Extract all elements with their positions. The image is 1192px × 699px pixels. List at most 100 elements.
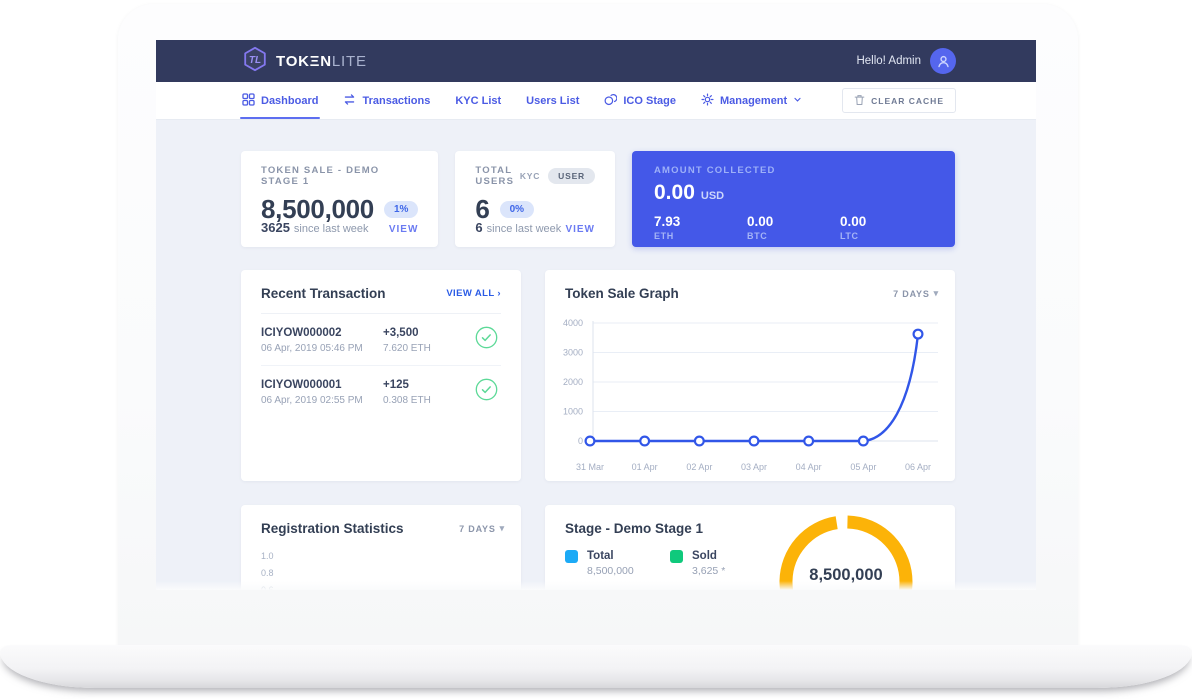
nav-list: Dashboard Transactions KYC List Users List I… [242,82,802,119]
amount-usd-value: 0.00 [654,181,695,205]
nav-item-dashboard[interactable]: Dashboard [242,82,318,119]
brand-logo[interactable]: TL TOKΞNLITE [242,46,367,77]
clear-cache-button[interactable]: CLEAR CACHE [842,88,956,113]
y-axis-tick: 0.6 [261,585,521,590]
tx-eth: 0.308 ETH [383,395,475,406]
token-sale-title: TOKEN SALE - DEMO STAGE 1 [261,165,418,187]
total-users-percent-badge: 0% [500,201,534,218]
svg-text:TL: TL [249,55,261,66]
token-sale-percent-badge: 1% [384,201,418,218]
legend-item-total: Total8,500,000 [565,550,670,577]
view-all-link[interactable]: VIEW ALL › [446,288,501,299]
amount-collected-card: AMOUNT COLLECTED 0.00 USD 7.93 ETH 0.00 … [632,151,955,247]
svg-text:3000: 3000 [563,348,583,358]
nav-item-users-list[interactable]: Users List [526,82,579,119]
recent-transactions-title: Recent Transaction [261,286,386,301]
gear-icon [701,93,714,109]
tx-id: ICIYOW000001 [261,379,383,391]
svg-text:0: 0 [578,436,583,446]
dashboard-screen: TL TOKΞNLITE Hello! Admin Dashboard Trans… [156,40,1036,590]
gauge-unit: TLE [776,588,916,590]
total-users-card: TOTAL USERS KYC USER 6 0% 6since last we… [455,151,615,247]
chevron-down-icon: ▾ [934,288,939,299]
svg-text:03 Apr: 03 Apr [741,462,767,472]
tx-amount: +3,500 [383,327,475,339]
total-users-view-link[interactable]: VIEW [565,224,595,235]
token-sale-card: TOKEN SALE - DEMO STAGE 1 8,500,000 1% 3… [241,151,438,247]
svg-text:04 Apr: 04 Apr [796,462,822,472]
grid-icon [242,93,255,109]
graph-range-dropdown[interactable]: 7 DAYS▾ [893,288,939,299]
transaction-row: ICIYOW000001 06 Apr, 2019 02:55 PM +125 … [261,366,501,417]
data-point [859,437,868,446]
svg-text:05 Apr: 05 Apr [850,462,876,472]
trash-icon [854,94,865,108]
nav-item-kyc-list[interactable]: KYC List [455,82,501,119]
nav-item-management[interactable]: Management [701,82,802,119]
tx-date: 06 Apr, 2019 02:55 PM [261,395,383,406]
data-point [804,437,813,446]
tx-amount: +125 [383,379,475,391]
recent-transactions-card: Recent Transaction VIEW ALL › ICIYOW0000… [241,270,521,481]
nav-item-transactions[interactable]: Transactions [343,82,430,119]
token-sale-chart: 0 1000 2000 3000 4000 31 Mar 01 Apr 02 Apr 03 Ap… [545,313,954,479]
svg-text:2000: 2000 [563,377,583,387]
data-point [586,437,595,446]
svg-text:06 Apr: 06 Apr [905,462,931,472]
registration-statistics-card: Registration Statistics 7 DAYS▾ 1.00.80.… [241,505,521,590]
amount-usd-label: USD [701,190,724,202]
data-point [640,437,649,446]
greeting-text: Hello! Admin [856,55,921,67]
y-axis-tick: 1.0 [261,551,521,568]
legend-swatch [565,550,578,563]
swap-arrows-icon [343,93,356,109]
data-point [914,330,923,339]
stage-title: Stage - Demo Stage 1 [565,521,703,536]
registration-range-dropdown[interactable]: 7 DAYS▾ [459,523,505,534]
check-circle-icon [475,326,501,354]
topbar: TL TOKΞNLITE Hello! Admin [156,40,1036,82]
svg-text:01 Apr: 01 Apr [632,462,658,472]
svg-text:02 Apr: 02 Apr [686,462,712,472]
main-navigation: Dashboard Transactions KYC List Users List I… [156,82,1036,120]
user-toggle[interactable]: USER [548,168,595,184]
token-sale-delta: 3625 [261,220,290,235]
laptop-base [0,645,1192,688]
data-point [750,437,759,446]
nav-item-ico-stage[interactable]: ICO Stage [604,82,676,119]
registration-chart-y-axis: 1.00.80.6 [261,551,521,590]
gauge-value: 8,500,000 [776,566,916,585]
token-sale-graph-title: Token Sale Graph [565,286,679,301]
legend-swatch [670,550,683,563]
stage-gauge: 8,500,000 TLE [776,510,916,590]
legend-item-sold: Sold3,625 * [670,550,775,577]
tokenlite-hexagon-icon: TL [242,46,268,77]
brand-name: TOKΞNLITE [276,53,367,70]
kyc-toggle[interactable]: KYC [520,171,540,181]
y-axis-tick: 0.8 [261,568,521,585]
chevron-down-icon [793,95,802,107]
stage-card: Stage - Demo Stage 1 Total8,500,000Sold3… [545,505,955,590]
tx-id: ICIYOW000002 [261,327,383,339]
token-sale-graph-card: Token Sale Graph 7 DAYS▾ 0 1000 2000 3000 40… [545,270,955,481]
tx-date: 06 Apr, 2019 05:46 PM [261,343,383,354]
svg-text:1000: 1000 [563,407,583,417]
check-circle-icon [475,378,501,406]
svg-text:4000: 4000 [563,318,583,328]
amount-ltc: 0.00 LTC [840,214,933,241]
amount-eth: 7.93 ETH [654,214,747,241]
transaction-row: ICIYOW000002 06 Apr, 2019 05:46 PM +3,50… [261,314,501,366]
svg-text:31 Mar: 31 Mar [576,462,604,472]
tx-eth: 7.620 ETH [383,343,475,354]
chevron-down-icon: ▾ [500,523,505,534]
total-users-title: TOTAL USERS [475,165,519,187]
amount-btc: 0.00 BTC [747,214,840,241]
user-avatar[interactable] [930,48,956,74]
chevron-right-icon: › [497,288,501,299]
coins-icon [604,93,617,109]
data-point [695,437,704,446]
token-sale-view-link[interactable]: VIEW [389,224,419,235]
total-users-delta: 6 [475,220,482,235]
amount-collected-title: AMOUNT COLLECTED [654,165,933,176]
registration-statistics-title: Registration Statistics [261,521,404,536]
